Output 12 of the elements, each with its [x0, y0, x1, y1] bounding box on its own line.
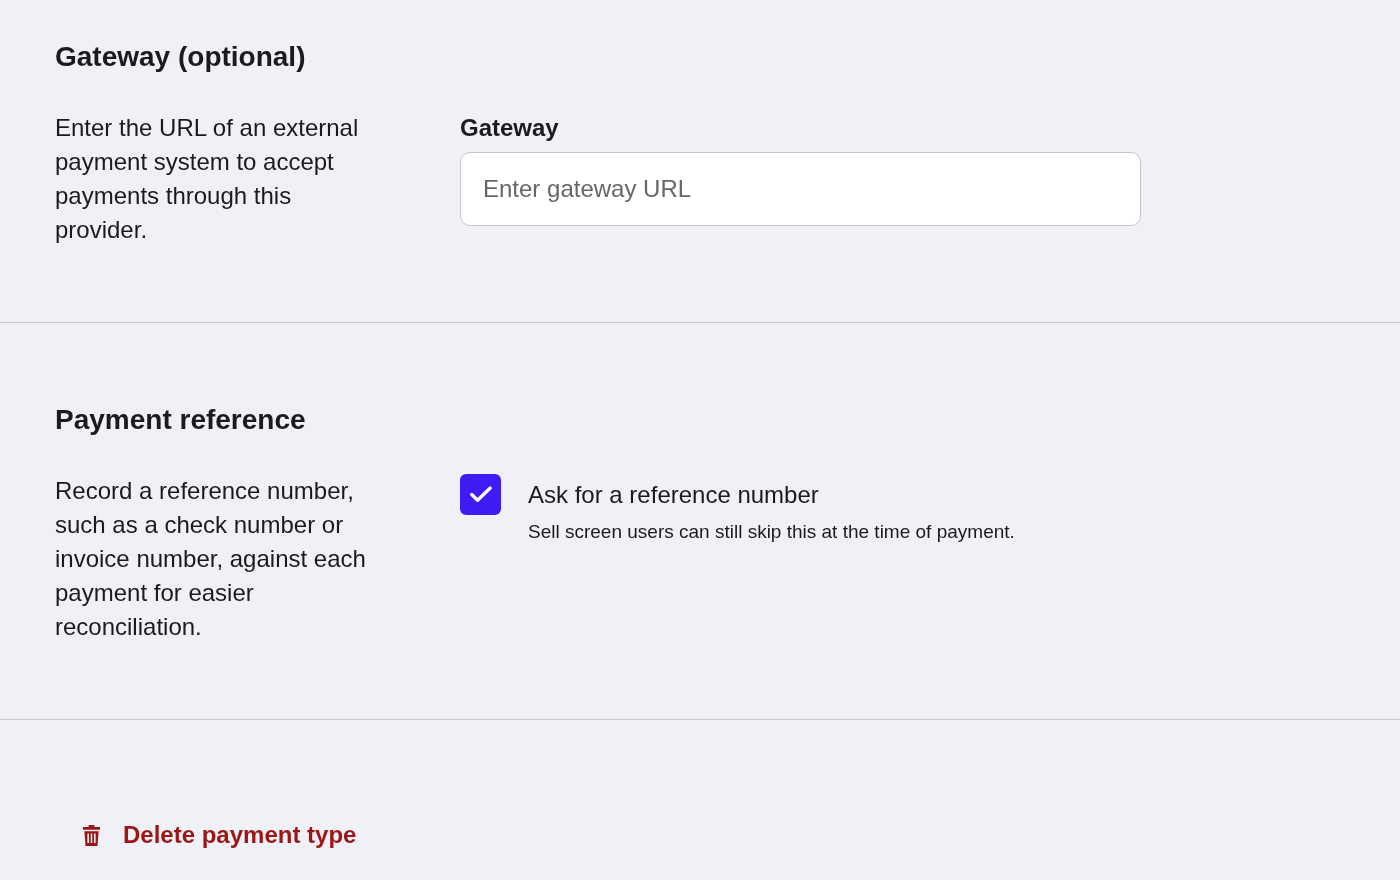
- gateway-input-field[interactable]: Enter gateway URL: [460, 152, 1141, 226]
- section-description: Enter the URL of an external payment system to accept payments through this provider.: [55, 113, 360, 245]
- delete-button[interactable]: Delete payment type: [58, 808, 381, 862]
- field-label: Gateway: [460, 113, 559, 143]
- checkbox-label: Ask for a reference number: [528, 480, 819, 510]
- section-heading: Payment reference: [55, 403, 306, 437]
- check-icon: [469, 486, 492, 503]
- checkbox-hint: Sell screen users can still skip this at the time of payment.: [528, 520, 1015, 544]
- trash-icon: [82, 824, 101, 846]
- section-description: Record a reference number, such as a check number or invoice number, against each payment for easier reconciliation.: [55, 476, 367, 642]
- section-heading: Gateway (optional): [55, 40, 306, 74]
- checkbox[interactable]: [460, 474, 501, 515]
